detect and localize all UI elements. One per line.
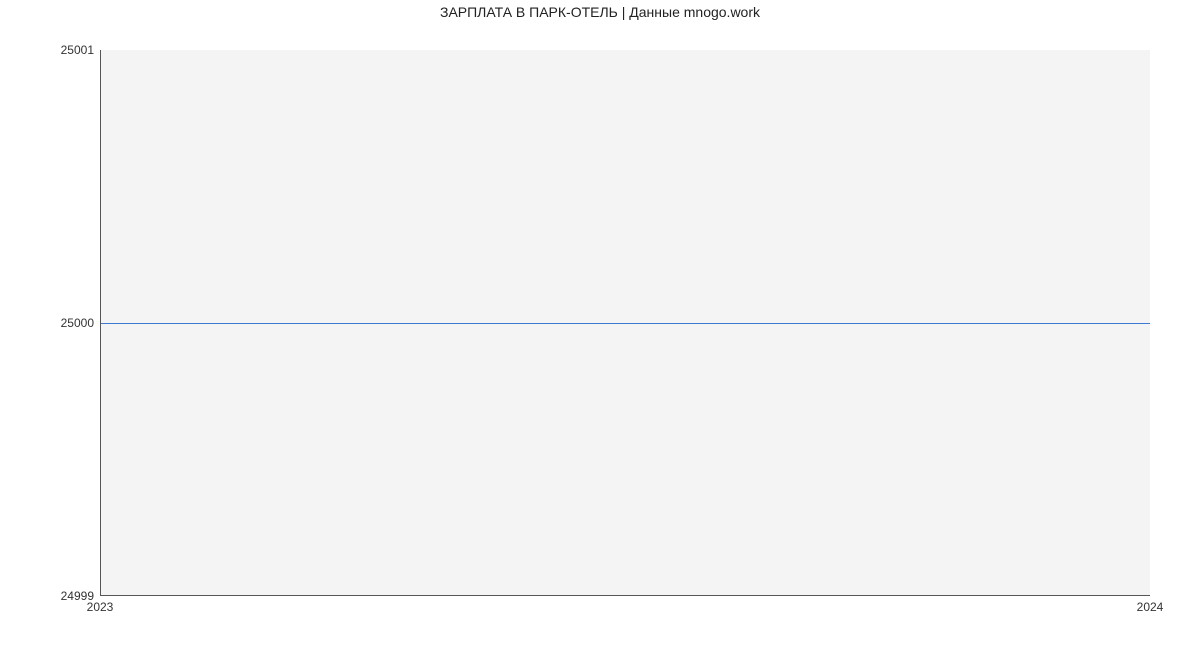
data-line <box>101 323 1150 324</box>
plot-area <box>100 50 1150 596</box>
chart-title: ЗАРПЛАТА В ПАРК-ОТЕЛЬ | Данные mnogo.wor… <box>0 4 1200 20</box>
y-tick-label: 25000 <box>61 316 94 330</box>
y-tick-label: 25001 <box>61 43 94 57</box>
x-tick-label: 2023 <box>87 600 114 614</box>
x-tick-label: 2024 <box>1137 600 1164 614</box>
chart-container: ЗАРПЛАТА В ПАРК-ОТЕЛЬ | Данные mnogo.wor… <box>0 0 1200 650</box>
